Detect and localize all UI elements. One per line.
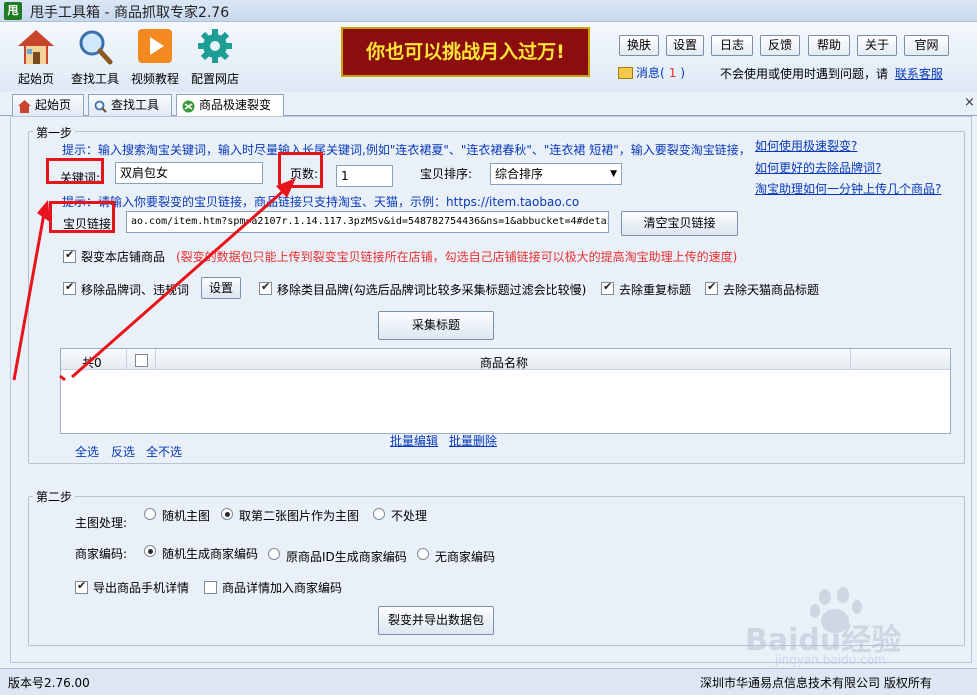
version-text: 版本号2.76.00 — [8, 676, 90, 690]
company-text: 深圳市华通易点信息技术有限公司 版权所有 — [700, 676, 932, 690]
watermark-url: jingyan.baidu.com — [775, 653, 886, 667]
baidu-watermark: Baidu经验 jingyan.baidu.com — [745, 585, 925, 667]
